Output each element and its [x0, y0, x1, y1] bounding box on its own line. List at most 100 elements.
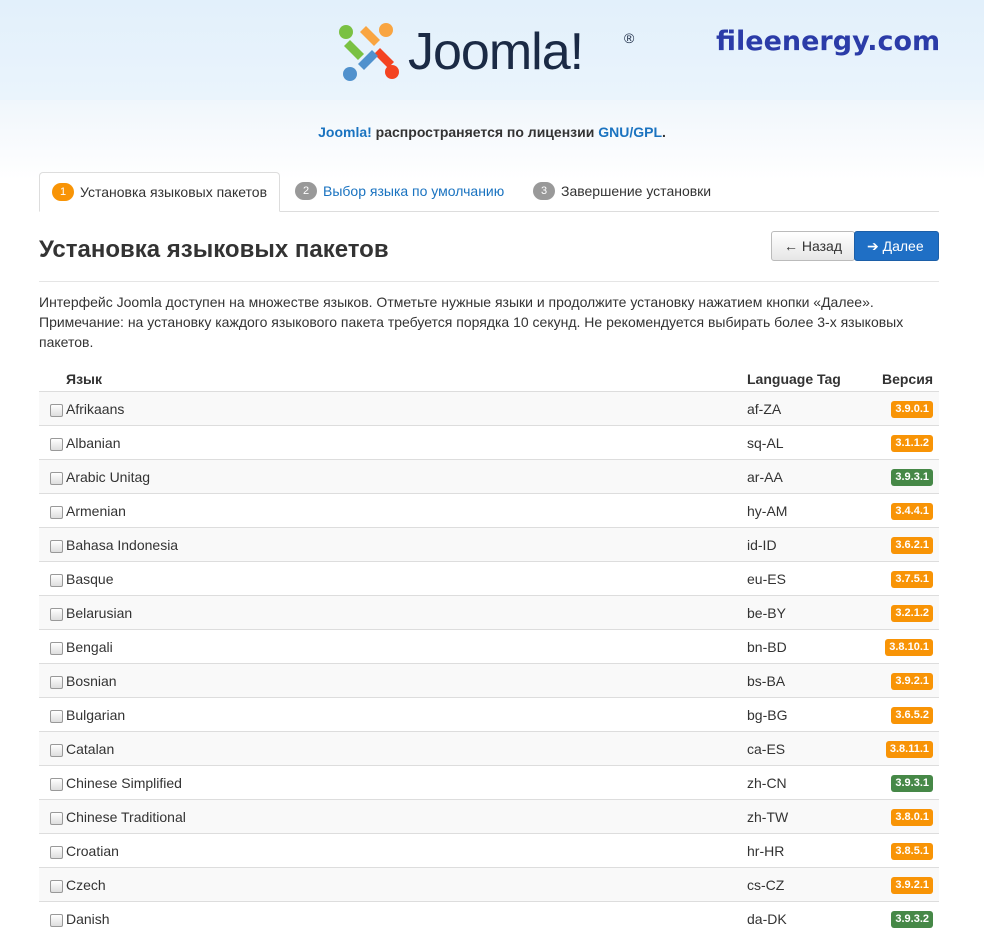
joomla-logo-icon — [339, 23, 399, 81]
version-badge: 3.7.5.1 — [891, 571, 933, 588]
version-badge: 3.8.0.1 — [891, 809, 933, 826]
version-badge: 3.6.2.1 — [891, 537, 933, 554]
table-row[interactable]: Czech cs-CZ 3.9.2.1 — [39, 867, 939, 902]
language-name: Catalan — [66, 731, 747, 766]
version-badge: 3.1.1.2 — [891, 435, 933, 452]
table-row[interactable]: Bahasa Indonesia id-ID 3.6.2.1 — [39, 527, 939, 562]
language-tag: da-DK — [747, 901, 867, 935]
header-version: Версия — [881, 370, 933, 387]
language-checkbox[interactable] — [50, 914, 63, 928]
version-cell: 3.1.1.2 — [867, 425, 939, 460]
language-name: Danish — [66, 901, 747, 935]
row-checkbox-cell — [39, 561, 66, 596]
header-language: Язык — [66, 370, 102, 387]
language-checkbox[interactable] — [50, 710, 63, 724]
table-row[interactable]: Chinese Traditional zh-TW 3.8.0.1 — [39, 799, 939, 834]
next-button[interactable]: ➔ Далее — [854, 231, 939, 261]
language-name: Croatian — [66, 833, 747, 868]
table-row[interactable]: Bosnian bs-BA 3.9.2.1 — [39, 663, 939, 698]
version-cell: 3.8.5.1 — [867, 833, 939, 868]
version-badge: 3.2.1.2 — [891, 605, 933, 622]
language-tag: ca-ES — [747, 731, 867, 766]
version-badge: 3.9.2.1 — [891, 673, 933, 690]
language-checkbox[interactable] — [50, 676, 63, 690]
tab-label: Завершение установки — [561, 183, 712, 199]
next-button-label: Далее — [882, 238, 924, 254]
language-name: Chinese Traditional — [66, 799, 747, 834]
language-checkbox[interactable] — [50, 642, 63, 656]
gpl-link[interactable]: GNU/GPL — [598, 124, 662, 140]
tab-install-languages[interactable]: 1 Установка языковых пакетов — [39, 172, 281, 212]
language-checkbox[interactable] — [50, 540, 63, 554]
version-cell: 3.8.10.1 — [867, 629, 939, 664]
language-tag: cs-CZ — [747, 867, 867, 902]
row-checkbox-cell — [39, 697, 66, 732]
language-checkbox[interactable] — [50, 846, 63, 860]
table-row[interactable]: Afrikaans af-ZA 3.9.0.1 — [39, 391, 939, 426]
language-name: Czech — [66, 867, 747, 902]
version-cell: 3.9.3.2 — [867, 901, 939, 935]
language-checkbox[interactable] — [50, 574, 63, 588]
language-tag: be-BY — [747, 595, 867, 630]
version-badge: 3.8.11.1 — [885, 741, 933, 758]
table-row[interactable]: Catalan ca-ES 3.8.11.1 — [39, 731, 939, 766]
version-cell: 3.8.0.1 — [867, 799, 939, 834]
row-checkbox-cell — [39, 493, 66, 528]
row-checkbox-cell — [39, 527, 66, 562]
table-row[interactable]: Armenian hy-AM 3.4.4.1 — [39, 493, 939, 528]
row-checkbox-cell — [39, 391, 66, 426]
row-checkbox-cell — [39, 765, 66, 800]
language-checkbox[interactable] — [50, 506, 63, 520]
language-checkbox[interactable] — [50, 472, 63, 486]
language-checkbox[interactable] — [50, 744, 63, 758]
row-checkbox-cell — [39, 595, 66, 630]
language-tag: bn-BD — [747, 629, 867, 664]
language-name: Bengali — [66, 629, 747, 664]
joomla-logo: Joomla! ® — [336, 18, 646, 84]
table-row[interactable]: Bulgarian bg-BG 3.6.5.2 — [39, 697, 939, 732]
tab-default-language[interactable]: 2 Выбор языка по умолчанию — [283, 172, 516, 211]
registered-mark: ® — [624, 30, 635, 46]
language-tag: zh-CN — [747, 765, 867, 800]
table-row[interactable]: Bengali bn-BD 3.8.10.1 — [39, 629, 939, 664]
back-button[interactable]: ← Назад — [771, 231, 855, 261]
language-name: Armenian — [66, 493, 747, 528]
tab-finish-installation[interactable]: 3 Завершение установки — [521, 172, 723, 211]
watermark-text: fileenergy.com — [716, 26, 941, 57]
version-badge: 3.4.4.1 — [891, 503, 933, 520]
row-checkbox-cell — [39, 731, 66, 766]
table-row[interactable]: Albanian sq-AL 3.1.1.2 — [39, 425, 939, 460]
table-row[interactable]: Croatian hr-HR 3.8.5.1 — [39, 833, 939, 868]
license-end: . — [662, 124, 666, 140]
table-row[interactable]: Chinese Simplified zh-CN 3.9.3.1 — [39, 765, 939, 800]
table-row[interactable]: Arabic Unitag ar-AA 3.9.3.1 — [39, 459, 939, 494]
joomla-link[interactable]: Joomla! — [318, 124, 372, 140]
language-checkbox[interactable] — [50, 880, 63, 894]
version-cell: 3.9.2.1 — [867, 867, 939, 902]
language-name: Bahasa Indonesia — [66, 527, 747, 562]
language-checkbox[interactable] — [50, 438, 63, 452]
table-row[interactable]: Danish da-DK 3.9.3.2 — [39, 901, 939, 935]
language-tag: ar-AA — [747, 459, 867, 494]
language-checkbox[interactable] — [50, 608, 63, 622]
language-checkbox[interactable] — [50, 812, 63, 826]
back-button-label: Назад — [801, 238, 843, 254]
version-badge: 3.9.2.1 — [891, 877, 933, 894]
language-name: Basque — [66, 561, 747, 596]
table-header-row: Язык Language Tag Версия — [39, 366, 939, 392]
table-row[interactable]: Basque eu-ES 3.7.5.1 — [39, 561, 939, 596]
language-name: Arabic Unitag — [66, 459, 747, 494]
version-cell: 3.7.5.1 — [867, 561, 939, 596]
language-checkbox[interactable] — [50, 404, 63, 418]
version-cell: 3.9.2.1 — [867, 663, 939, 698]
table-row[interactable]: Belarusian be-BY 3.2.1.2 — [39, 595, 939, 630]
language-checkbox[interactable] — [50, 778, 63, 792]
step-number-badge: 1 — [52, 183, 74, 202]
language-name: Afrikaans — [66, 391, 747, 426]
title-divider — [39, 281, 939, 282]
version-cell: 3.6.5.2 — [867, 697, 939, 732]
version-badge: 3.9.3.2 — [891, 911, 933, 928]
license-line: Joomla! распространяется по лицензии GNU… — [0, 124, 984, 140]
language-name: Albanian — [66, 425, 747, 460]
row-checkbox-cell — [39, 867, 66, 902]
